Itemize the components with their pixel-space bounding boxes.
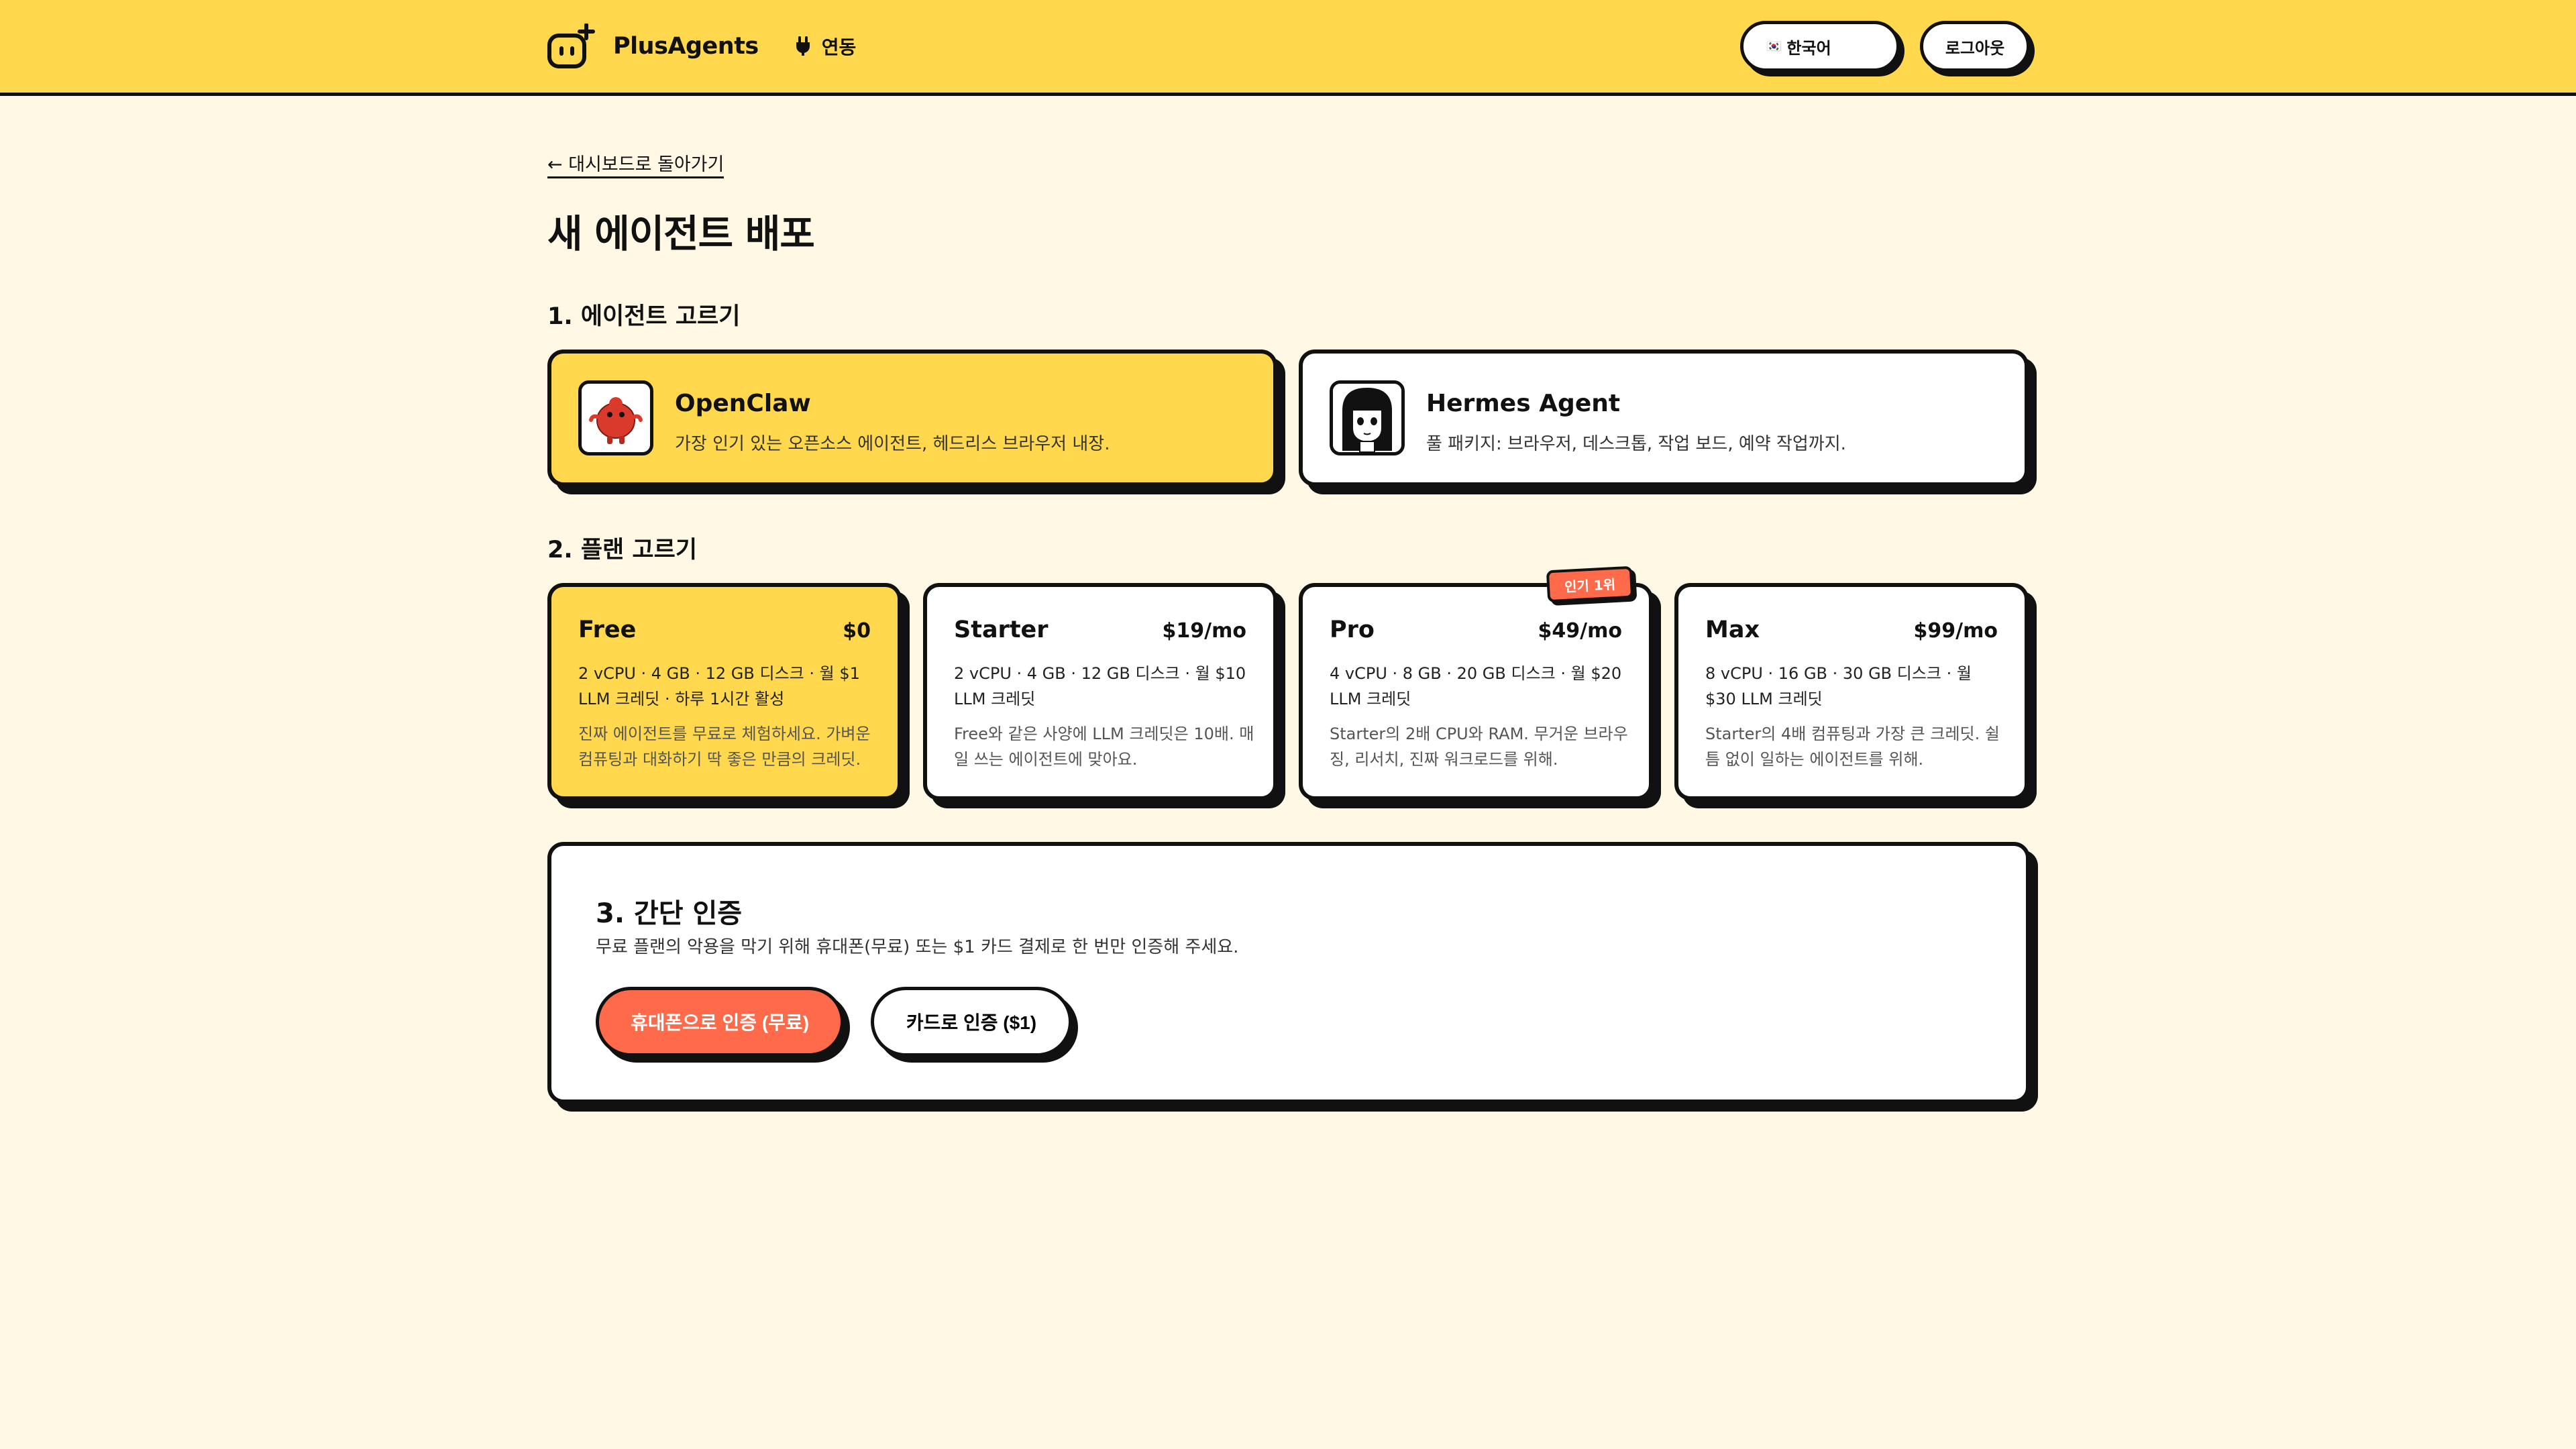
agent-card-hermes[interactable]: Hermes Agent 풀 패키지: 브라우저, 데스크톱, 작업 보드, 예… [1299, 350, 2029, 486]
step3-heading: 3. 간단 인증 [596, 898, 743, 929]
plan-specs: 8 vCPU · 16 GB · 30 GB 디스크 · 월 $30 LLM 크… [1705, 664, 1972, 708]
robot-plus-icon [547, 23, 595, 68]
verification-description: 무료 플랜의 악용을 막기 위해 휴대폰(무료) 또는 $1 카드 결제로 한 … [596, 937, 1239, 957]
plan-name: Free [578, 616, 637, 643]
agent-description: 풀 패키지: 브라우저, 데스크톱, 작업 보드, 예약 작업까지. [1426, 434, 1846, 454]
plan-card-max[interactable]: Max $99/mo 8 vCPU · 16 GB · 30 GB 디스크 · … [1674, 583, 2029, 800]
language-selector[interactable]: 🇰🇷 한국어 [1740, 21, 1900, 72]
plan-specs: 2 vCPU · 4 GB · 12 GB 디스크 · 월 $1 LLM 크레딧… [578, 664, 860, 708]
anime-girl-portrait-icon [1333, 384, 1401, 452]
plan-price: $99/mo [1913, 619, 1998, 643]
openclaw-avatar [578, 380, 653, 455]
brand-name: PlusAgents [613, 33, 759, 60]
logout-label: 로그아웃 [1945, 38, 2005, 58]
step1-heading: 1. 에이전트 고르기 [547, 303, 741, 330]
plan-blurb: 진짜 에이전트를 무료로 체험하세요. 가벼운 컴퓨팅과 대화하기 딱 좋은 만… [578, 724, 871, 769]
plan-specs: 2 vCPU · 4 GB · 12 GB 디스크 · 월 $10 LLM 크레… [954, 664, 1246, 708]
plug-icon [796, 36, 810, 56]
agent-name: OpenClaw [675, 390, 811, 417]
agent-description: 가장 인기 있는 오픈소스 에이전트, 헤드리스 브라우저 내장. [675, 434, 1110, 454]
plan-price: $19/mo [1162, 619, 1246, 643]
back-to-dashboard-link[interactable]: ← 대시보드로 돌아가기 [547, 155, 724, 178]
language-label: 한국어 [1786, 38, 1831, 58]
plan-price: $0 [843, 619, 871, 643]
brand-logo[interactable]: PlusAgents [547, 23, 759, 69]
popular-badge: 인기 1위 [1546, 566, 1634, 603]
agent-card-openclaw[interactable]: OpenClaw 가장 인기 있는 오픈소스 에이전트, 헤드리스 브라우저 내… [547, 350, 1277, 486]
plan-name: Starter [954, 616, 1049, 643]
plan-name: Pro [1330, 616, 1375, 643]
plan-card-free[interactable]: Free $0 2 vCPU · 4 GB · 12 GB 디스크 · 월 $1… [547, 583, 902, 800]
logout-button[interactable]: 로그아웃 [1920, 21, 2030, 72]
plan-blurb: Starter의 2배 CPU와 RAM. 무거운 브라우징, 리서치, 진짜 … [1330, 724, 1628, 769]
verify-card-button[interactable]: 카드로 인증 ($1) [871, 987, 1072, 1057]
top-navigation-inner: PlusAgents 연동 🇰🇷 한국어 로그아웃 [547, 0, 2030, 93]
red-creature-icon [589, 397, 643, 444]
step2-heading: 2. 플랜 고르기 [547, 537, 698, 564]
plan-price: $49/mo [1538, 619, 1622, 643]
agent-name: Hermes Agent [1426, 390, 1621, 417]
nav-integrations[interactable]: 연동 [794, 33, 857, 60]
plan-blurb: Free와 같은 사양에 LLM 크레딧은 10배. 매일 쓰는 에이전트에 맞… [954, 724, 1254, 769]
hermes-avatar [1330, 380, 1405, 455]
verify-phone-button[interactable]: 휴대폰으로 인증 (무료) [596, 987, 844, 1057]
plan-blurb: Starter의 4배 컴퓨팅과 가장 큰 크레딧. 쉴 틈 없이 일하는 에이… [1705, 724, 2000, 769]
flag-icon: 🇰🇷 [1766, 39, 1782, 54]
top-navigation-bar: PlusAgents 연동 🇰🇷 한국어 로그아웃 [0, 0, 2576, 96]
plan-card-starter[interactable]: Starter $19/mo 2 vCPU · 4 GB · 12 GB 디스크… [923, 583, 1277, 800]
nav-integrations-label: 연동 [821, 36, 857, 58]
plan-card-pro[interactable]: Pro $49/mo 4 vCPU · 8 GB · 20 GB 디스크 · 월… [1299, 583, 1653, 800]
verification-card: 3. 간단 인증 무료 플랜의 악용을 막기 위해 휴대폰(무료) 또는 $1 … [547, 842, 2030, 1104]
plan-name: Max [1705, 616, 1760, 643]
plan-specs: 4 vCPU · 8 GB · 20 GB 디스크 · 월 $20 LLM 크레… [1330, 664, 1622, 708]
page-title: 새 에이전트 배포 [547, 212, 815, 256]
